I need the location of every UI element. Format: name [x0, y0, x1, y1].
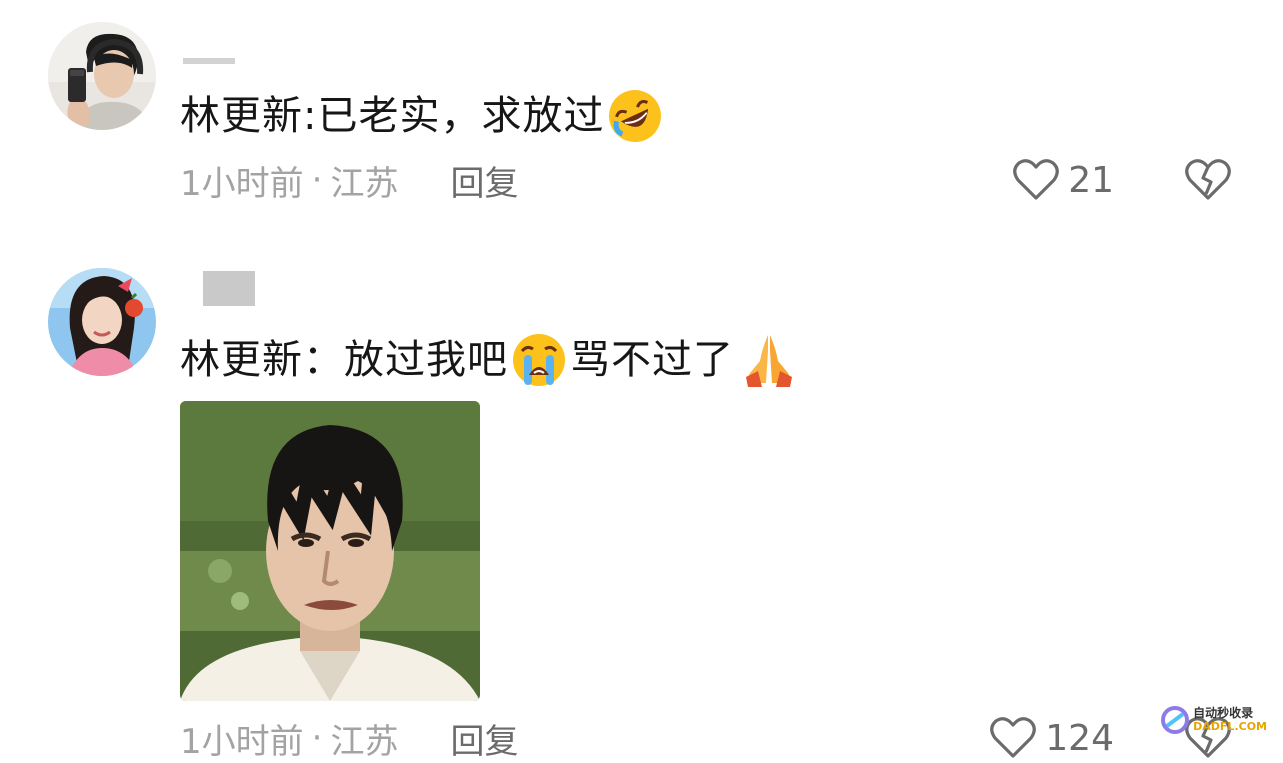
- heart-outline-icon: [989, 716, 1037, 760]
- user-avatar[interactable]: [48, 268, 156, 376]
- like-button[interactable]: 21: [1012, 158, 1114, 202]
- reply-button[interactable]: 回复: [450, 156, 518, 205]
- broken-heart-icon: [1184, 158, 1232, 202]
- like-count: 124: [1045, 717, 1114, 759]
- username-masked: [203, 271, 255, 306]
- watermark-logo-icon: [1161, 706, 1190, 734]
- reply-button[interactable]: 回复: [450, 714, 518, 763]
- username-masked: [183, 58, 235, 64]
- watermark-text: 自动秒收录: [1193, 706, 1254, 720]
- meta-separator: ·: [311, 718, 323, 758]
- like-count: 21: [1068, 159, 1114, 201]
- comment-text-part: 林更新：放过我吧: [180, 337, 508, 383]
- comment-time: 1小时前: [180, 163, 304, 204]
- crying-face-emoji: [510, 331, 568, 389]
- folded-hands-emoji: [740, 331, 798, 389]
- comment-time: 1小时前: [180, 721, 304, 762]
- like-button[interactable]: 124: [989, 716, 1114, 760]
- site-watermark: 自动秒收录 DADFL.COM: [1161, 706, 1267, 734]
- comment-text-part: 林更新:已老实，求放过: [180, 93, 605, 139]
- watermark-domain: DADFL.COM: [1193, 720, 1267, 733]
- comment-item-1: 林更新:已老实，求放过 1小时前 · 江苏 回复 21: [0, 0, 1283, 230]
- dislike-button[interactable]: [1184, 158, 1232, 202]
- comment-text-part: 骂不过了: [570, 337, 734, 383]
- comment-text: 林更新:已老实，求放过: [180, 87, 666, 145]
- comment-location: 江苏: [330, 163, 399, 204]
- comment-text: 林更新：放过我吧 骂不过了: [180, 331, 800, 389]
- comment-item-2: 林更新：放过我吧 骂不过了 1小时前 · 江苏 回复 124: [0, 230, 1283, 762]
- user-avatar[interactable]: [48, 22, 156, 130]
- heart-outline-icon: [1012, 158, 1060, 202]
- comment-location: 江苏: [330, 721, 399, 762]
- meme-face-photo[interactable]: [180, 401, 480, 701]
- meta-separator: ·: [311, 160, 323, 200]
- rolling-laughing-emoji: [606, 87, 664, 145]
- comment-meta: 1小时前 · 江苏 回复 21: [180, 155, 1260, 205]
- comment-meta: 1小时前 · 江苏 回复 124: [180, 713, 1260, 763]
